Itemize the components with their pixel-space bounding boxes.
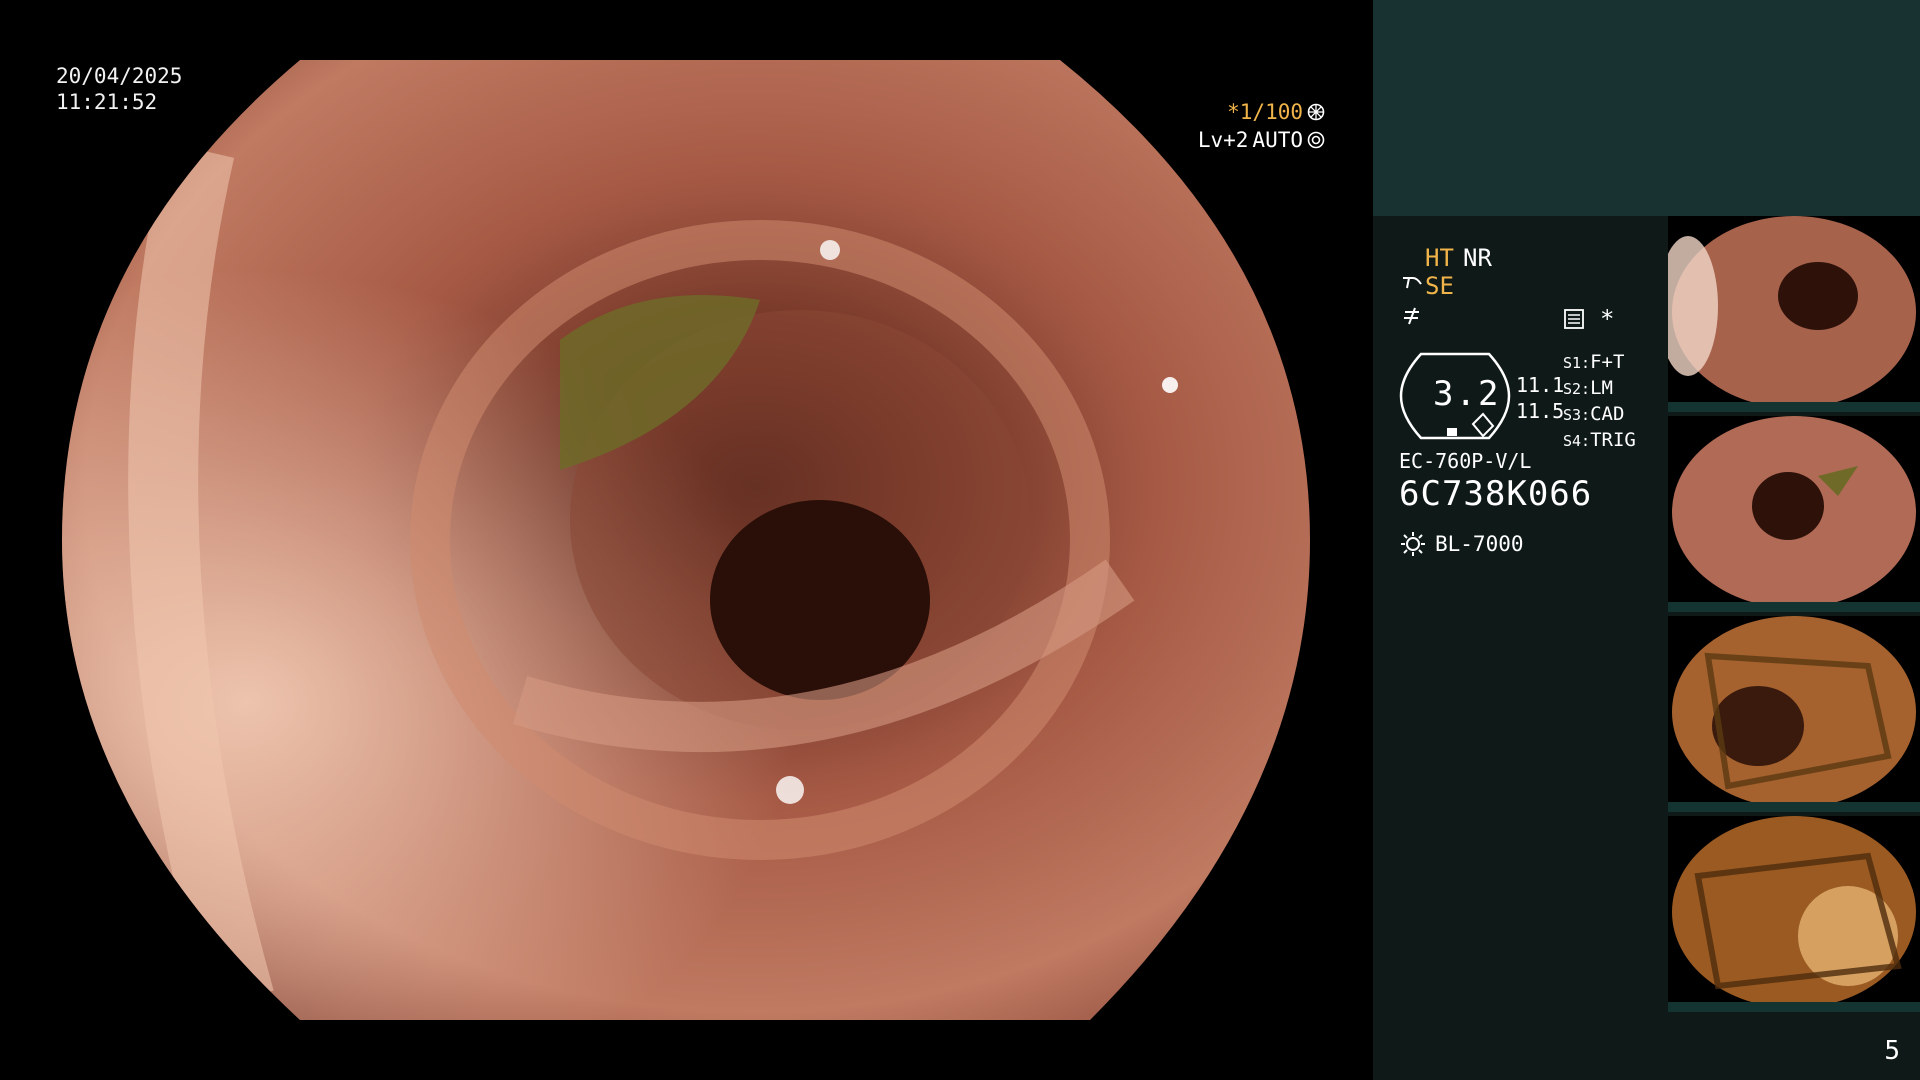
thumbnail[interactable]	[1668, 216, 1920, 412]
switch-key: S2:	[1563, 380, 1591, 398]
thumbnail-image	[1672, 816, 1916, 1008]
status-panel	[1373, 216, 1673, 1080]
memory-star: *	[1600, 305, 1615, 333]
switch-value: TRIG	[1590, 429, 1636, 451]
date-text: 20/04/2025	[56, 64, 183, 88]
page-number: 5	[1884, 1036, 1900, 1066]
shutter-icon	[1307, 103, 1325, 121]
endoscope-main-view: 20/04/2025 11:21:52 *1/100 Lv+2 AUTO	[0, 0, 1373, 1080]
ht-indicator: HT	[1425, 244, 1454, 272]
switch-value: CAD	[1590, 403, 1625, 425]
switch-assignments: S1:F+T S2:LM S3:CAD S4:TRIG	[1563, 350, 1636, 454]
scope-serial: 6C738K066	[1399, 474, 1593, 514]
shutter-speed: *1/100	[1227, 100, 1303, 124]
thumbnail-bar	[1668, 402, 1920, 412]
thumbnail-bar	[1668, 1002, 1920, 1012]
thumbnail-image	[1668, 216, 1916, 408]
thumbnail-bar	[1668, 802, 1920, 812]
side-panel: HT NR SE * 3.2 11.1 11.5 S1:F+T S2:LM S3…	[1373, 0, 1920, 1080]
switch-key: S3:	[1563, 406, 1591, 424]
colon-lumen-image	[62, 60, 1310, 1020]
iris-icon	[1307, 131, 1325, 149]
switch-value: LM	[1590, 377, 1613, 399]
thumbnail-image	[1672, 416, 1916, 608]
zoom-secondary-values: 11.1 11.5	[1516, 372, 1564, 424]
switch-row: S1:F+T	[1563, 350, 1636, 376]
zoom-value: 3.2	[1433, 374, 1501, 414]
switch-row: S3:CAD	[1563, 402, 1636, 428]
scope-model: EC-760P-V/L	[1399, 449, 1532, 473]
light-source-icon	[1401, 532, 1425, 556]
datetime-readout: 20/04/2025 11:21:52	[56, 63, 182, 115]
switch-value: F+T	[1590, 351, 1625, 373]
switch-row: S2:LM	[1563, 376, 1636, 402]
shutter-readout: *1/100 Lv+2 AUTO	[1198, 98, 1325, 154]
se-indicator: SE	[1425, 272, 1454, 300]
switch-key: S1:	[1563, 354, 1591, 372]
memory-icon	[1564, 309, 1584, 329]
color-tone-icon	[1404, 307, 1419, 325]
switch-row: S4:TRIG	[1563, 428, 1636, 454]
thumbnail-image	[1672, 616, 1916, 808]
time-text: 11:21:52	[56, 90, 158, 114]
value-1: 11.1	[1516, 373, 1565, 397]
structure-enhance-icon	[1403, 277, 1422, 289]
side-top-panel	[1373, 0, 1920, 216]
thumbnail[interactable]	[1668, 816, 1920, 1012]
switch-key: S4:	[1563, 432, 1591, 450]
value-2: 11.5	[1516, 399, 1565, 423]
nr-indicator: NR	[1463, 244, 1492, 272]
thumbnail-bar	[1668, 602, 1920, 612]
light-source-label: BL-7000	[1435, 532, 1524, 556]
thumbnail[interactable]	[1668, 616, 1920, 812]
iris-mode: AUTO	[1252, 128, 1303, 152]
thumbnail[interactable]	[1668, 416, 1920, 612]
enhance-level: Lv+2	[1197, 128, 1249, 152]
